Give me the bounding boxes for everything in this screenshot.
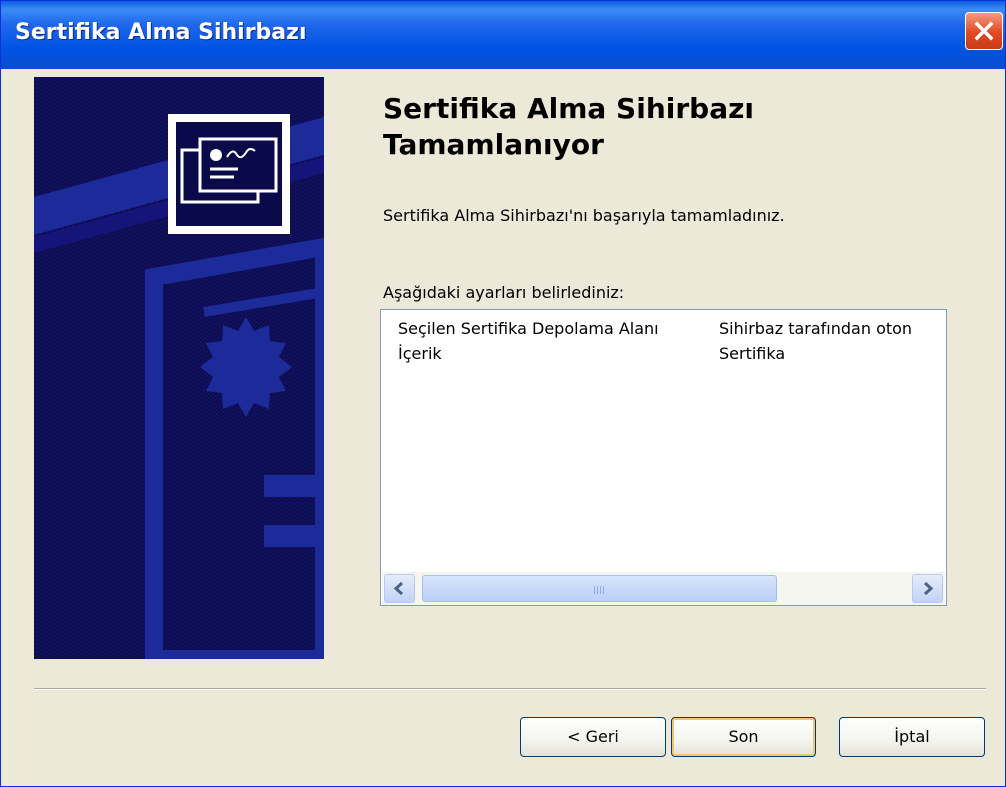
thumb-grip: [594, 586, 606, 594]
completion-message: Sertifika Alma Sihirbazı'nı başarıyla ta…: [383, 206, 785, 225]
finish-button[interactable]: Son: [671, 717, 816, 757]
title-bar[interactable]: Sertifika Alma Sihirbazı: [1, 1, 1005, 69]
wizard-heading-line1: Sertifika Alma Sihirbazı: [383, 92, 754, 125]
setting-value: Sertifika: [719, 344, 786, 363]
window-title: Sertifika Alma Sihirbazı: [15, 20, 307, 45]
separator: [34, 688, 986, 690]
setting-value: Sihirbaz tarafından oton: [719, 319, 913, 338]
certificate-icon: [168, 114, 290, 234]
settings-label: Aşağıdaki ayarları belirlediniz:: [383, 283, 625, 302]
setting-name: Seçilen Sertifika Depolama Alanı: [398, 319, 659, 338]
settings-list[interactable]: Seçilen Sertifika Depolama Alanı Sihirba…: [380, 309, 947, 606]
wizard-side-graphic: [34, 77, 324, 659]
scroll-right-icon: [923, 581, 934, 596]
horizontal-scrollbar[interactable]: [382, 572, 945, 605]
close-icon: [974, 21, 994, 41]
cancel-button[interactable]: İptal: [839, 717, 985, 757]
wizard-heading: Sertifika Alma Sihirbazı Tamamlanıyor: [383, 91, 754, 163]
setting-name: İçerik: [398, 344, 442, 363]
back-button[interactable]: < Geri: [520, 717, 666, 757]
certificate-illustration: [34, 77, 324, 659]
scroll-thumb[interactable]: [422, 575, 777, 602]
scroll-left-icon: [393, 581, 404, 596]
wizard-heading-line2: Tamamlanıyor: [383, 128, 604, 161]
scroll-right-button[interactable]: [912, 574, 943, 603]
wizard-window: Sertifika Alma Sihirbazı Sertifika Alma …: [0, 0, 1006, 787]
close-button[interactable]: [965, 12, 1003, 50]
scroll-left-button[interactable]: [384, 574, 415, 603]
